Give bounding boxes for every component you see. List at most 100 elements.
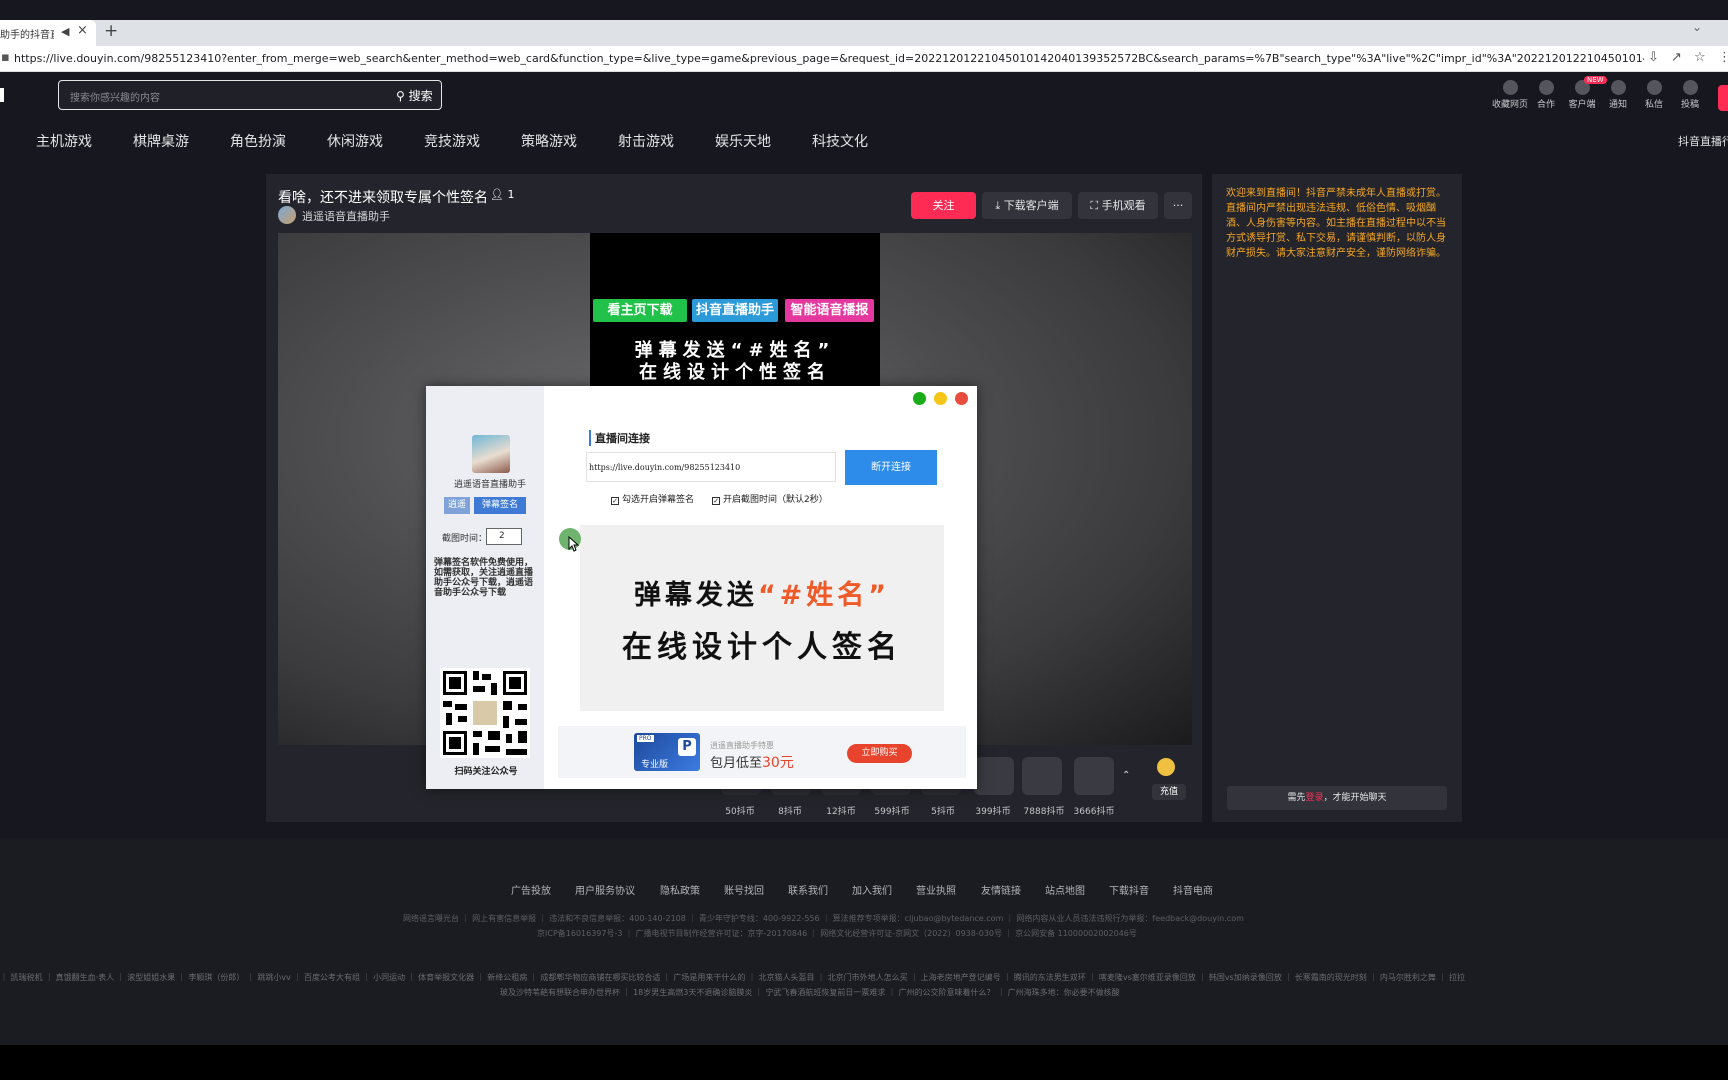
- follow-button[interactable]: 关注: [911, 192, 976, 219]
- gift-price: 3666抖币: [1073, 807, 1115, 817]
- buy-now-button[interactable]: 立即购买: [847, 744, 912, 763]
- lock-icon[interactable]: ▪: [1, 50, 10, 65]
- person-icon: 👤︎: [490, 188, 504, 201]
- login-prefix: 需先: [1287, 793, 1306, 803]
- search-placeholder: 搜索你感兴趣的内容: [70, 93, 160, 104]
- footer-link[interactable]: 账号找回: [724, 882, 764, 897]
- preview-line1-b: “#姓名”: [757, 580, 891, 611]
- category-entertainment[interactable]: 娱乐天地: [715, 131, 771, 151]
- gift-item[interactable]: [1022, 757, 1062, 795]
- close-icon[interactable]: ×: [77, 23, 88, 38]
- gift-price: 5抖币: [931, 807, 955, 817]
- search-button-label: 搜索: [408, 89, 433, 103]
- header-favorite-label: 收藏网页: [1491, 100, 1528, 110]
- checkbox-screenshot-interval[interactable]: ✓ 开启截图时间（默认2秒）: [712, 492, 828, 505]
- chevron-down-icon[interactable]: ⌄: [1692, 20, 1702, 34]
- mobile-watch-button[interactable]: ⛶ 手机观看: [1078, 192, 1158, 219]
- browser-tab[interactable]: 助手的抖音直播 ◀︎ ×: [0, 20, 96, 46]
- gift-item[interactable]: [1074, 757, 1114, 795]
- upload-icon: [1682, 80, 1698, 95]
- signature-preview: [580, 525, 944, 711]
- header-upload-label: 投稿: [1680, 100, 1699, 110]
- footer-link[interactable]: 下载抖音: [1109, 882, 1149, 897]
- header-client-label: 客户端: [1568, 100, 1596, 110]
- promo-subtitle: 逍遥直播助手特惠: [710, 741, 774, 750]
- footer-link[interactable]: 联系我们: [788, 882, 828, 897]
- disconnect-button[interactable]: 断开连接: [845, 450, 937, 485]
- footer-hot-2[interactable]: 玻及沙特苇葩有想联合申办世界杯 ｜ 18岁男生高燃3天不退确诊脑膜炎 ｜ 宁武飞…: [500, 987, 1120, 998]
- header-client[interactable]: 客户端: [1562, 80, 1602, 110]
- footer-link[interactable]: 隐私政策: [660, 882, 700, 897]
- promo-price: 包月低至30元: [710, 752, 794, 772]
- checkbox-icon: ✓: [611, 497, 619, 505]
- live-url-input[interactable]: https://live.douyin.com/98255123410: [586, 452, 836, 482]
- category-competitive[interactable]: 竞技游戏: [424, 131, 480, 151]
- header-message[interactable]: 私信: [1634, 80, 1674, 110]
- interval-input[interactable]: 2: [486, 528, 522, 545]
- login-link[interactable]: 登录: [1305, 793, 1323, 803]
- connection-title: 直播间连接: [589, 430, 650, 446]
- category-shooter[interactable]: 射击游戏: [618, 131, 674, 151]
- checkbox-icon: ✓: [712, 497, 720, 505]
- footer-link[interactable]: 广告投放: [511, 882, 551, 897]
- category-casual[interactable]: 休闲游戏: [327, 131, 383, 151]
- download-client-button[interactable]: ⤓ 下载客户端: [982, 192, 1072, 219]
- site-footer: [0, 838, 1728, 1045]
- header-notify[interactable]: 通知: [1598, 80, 1638, 110]
- category-console[interactable]: 主机游戏: [36, 131, 92, 151]
- mobile-watch-label: 手机观看: [1101, 199, 1146, 212]
- chat-panel: [1212, 174, 1462, 822]
- close-button[interactable]: [955, 392, 968, 405]
- category-rpg[interactable]: 角色扮演: [230, 131, 286, 151]
- footer-link[interactable]: 加入我们: [852, 882, 892, 897]
- header-favorite[interactable]: 收藏网页: [1490, 80, 1530, 110]
- more-button[interactable]: ···: [1164, 192, 1192, 219]
- category-board[interactable]: 棋牌桌游: [133, 131, 189, 151]
- footer-link[interactable]: 营业执照: [916, 882, 956, 897]
- maximize-button[interactable]: [913, 392, 926, 405]
- footer-link[interactable]: 友情链接: [981, 882, 1021, 897]
- tab-danmu-signature[interactable]: 弹幕签名: [474, 497, 526, 514]
- preview-line1: 弹幕发送“#姓名”: [580, 573, 944, 612]
- streamer-name[interactable]: 逍遥语音直播助手: [302, 208, 390, 224]
- promo-price-value: 30元: [762, 755, 794, 771]
- share-icon[interactable]: ↗: [1671, 50, 1682, 65]
- footer-hot-1[interactable]: ｜ 凯瑞税机 ｜ 真饿翻生血·表人 ｜ 滚型姐姐水果 ｜ 李颖琪（份郎） ｜ 跳…: [0, 972, 1728, 983]
- handshake-icon: [1538, 80, 1554, 95]
- tab-title: 助手的抖音直播: [0, 30, 54, 41]
- minimize-button[interactable]: [934, 392, 947, 405]
- tab-xiaoyao[interactable]: 逍遥: [444, 497, 470, 514]
- streamer-avatar[interactable]: [278, 206, 296, 224]
- pro-badge: PRO: [637, 735, 654, 742]
- install-icon[interactable]: ⇩: [1648, 50, 1659, 65]
- category-tech[interactable]: 科技文化: [812, 131, 868, 151]
- header-cooperate[interactable]: 合作: [1526, 80, 1566, 110]
- category-strategy[interactable]: 策略游戏: [521, 131, 577, 151]
- checkbox-enable-signature[interactable]: ✓ 勾选开启弹幕签名: [611, 492, 694, 505]
- room-title: 看啥，还不进来领取专属个性签名: [278, 190, 488, 206]
- gift-item[interactable]: [974, 757, 1014, 795]
- speaker-icon[interactable]: ◀︎: [61, 25, 69, 38]
- avatar[interactable]: [1718, 85, 1728, 111]
- preview-line1-a: 弹幕发送: [633, 580, 758, 611]
- footer-link[interactable]: 站点地图: [1045, 882, 1085, 897]
- chevron-up-icon[interactable]: ⌃: [1122, 770, 1130, 781]
- url-text[interactable]: https://live.douyin.com/98255123410?ente…: [14, 52, 1644, 65]
- footer-link[interactable]: 用户服务协议: [575, 882, 635, 897]
- footer-link[interactable]: 抖音电商: [1173, 882, 1213, 897]
- recharge-button[interactable]: 充值: [1152, 784, 1186, 800]
- search-button[interactable]: ⚲ 搜索: [396, 87, 433, 104]
- chat-login-bar[interactable]: 需先登录，才能开始聊天: [1227, 786, 1447, 810]
- footer-license-1: 网络谣言曝光台 ｜ 网上有害信息举报 ｜ 违法和不良信息举报：400-140-2…: [403, 914, 1244, 923]
- viewer-count-value: 1: [507, 188, 515, 201]
- menu-icon[interactable]: ⋮: [1718, 50, 1728, 65]
- douyin-logo[interactable]: [0, 88, 4, 102]
- category-live-industry[interactable]: 抖音直播行: [1678, 133, 1728, 149]
- pro-plan-logo: PRO P 专业版: [634, 733, 700, 771]
- bookmark-star-icon[interactable]: ☆: [1694, 50, 1706, 65]
- pro-plan-label: 专业版: [641, 760, 669, 770]
- gift-price: 12抖币: [826, 807, 856, 817]
- new-tab-button[interactable]: +: [104, 21, 118, 41]
- header-upload[interactable]: 投稿: [1670, 80, 1710, 110]
- browser-tabbar: [0, 20, 1728, 46]
